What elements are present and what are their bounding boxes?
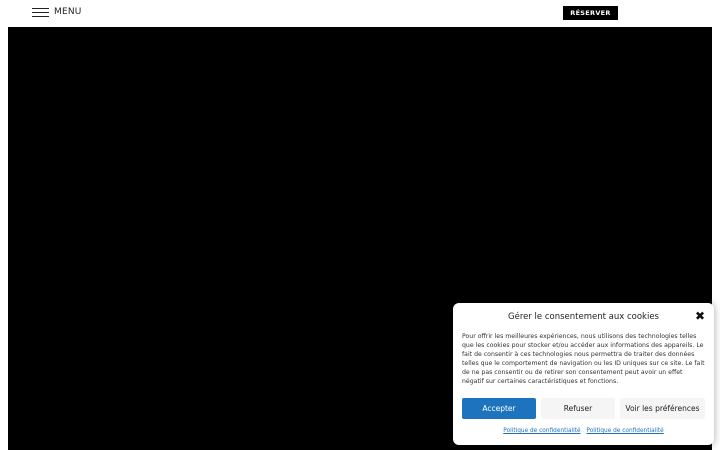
reserve-button[interactable]: RÉSERVER (563, 6, 618, 20)
privacy-policy-link[interactable]: Politique de confidentialité (503, 428, 580, 434)
cookie-dialog-title: Gérer le consentement aux cookies (508, 312, 659, 322)
preferences-button[interactable]: Voir les préférences (620, 398, 705, 419)
cookie-consent-dialog: Gérer le consentement aux cookies ✖ Pour… (453, 303, 714, 445)
hamburger-icon (32, 7, 49, 18)
menu-button[interactable]: MENU (32, 5, 82, 19)
refuse-button[interactable]: Refuser (541, 398, 615, 419)
menu-label: MENU (54, 7, 82, 17)
page: MENU RÉSERVER Gérer le consentement aux … (0, 0, 720, 450)
close-icon[interactable]: ✖ (694, 310, 706, 322)
accept-button[interactable]: Accepter (462, 398, 536, 419)
cookie-dialog-text: Pour offrir les meilleures expériences, … (462, 333, 705, 386)
site-header: MENU RÉSERVER (0, 0, 720, 26)
privacy-policy-link-secondary[interactable]: Politique de confidentialité (586, 428, 663, 434)
cookie-dialog-links: Politique de confidentialité Politique d… (453, 428, 714, 434)
